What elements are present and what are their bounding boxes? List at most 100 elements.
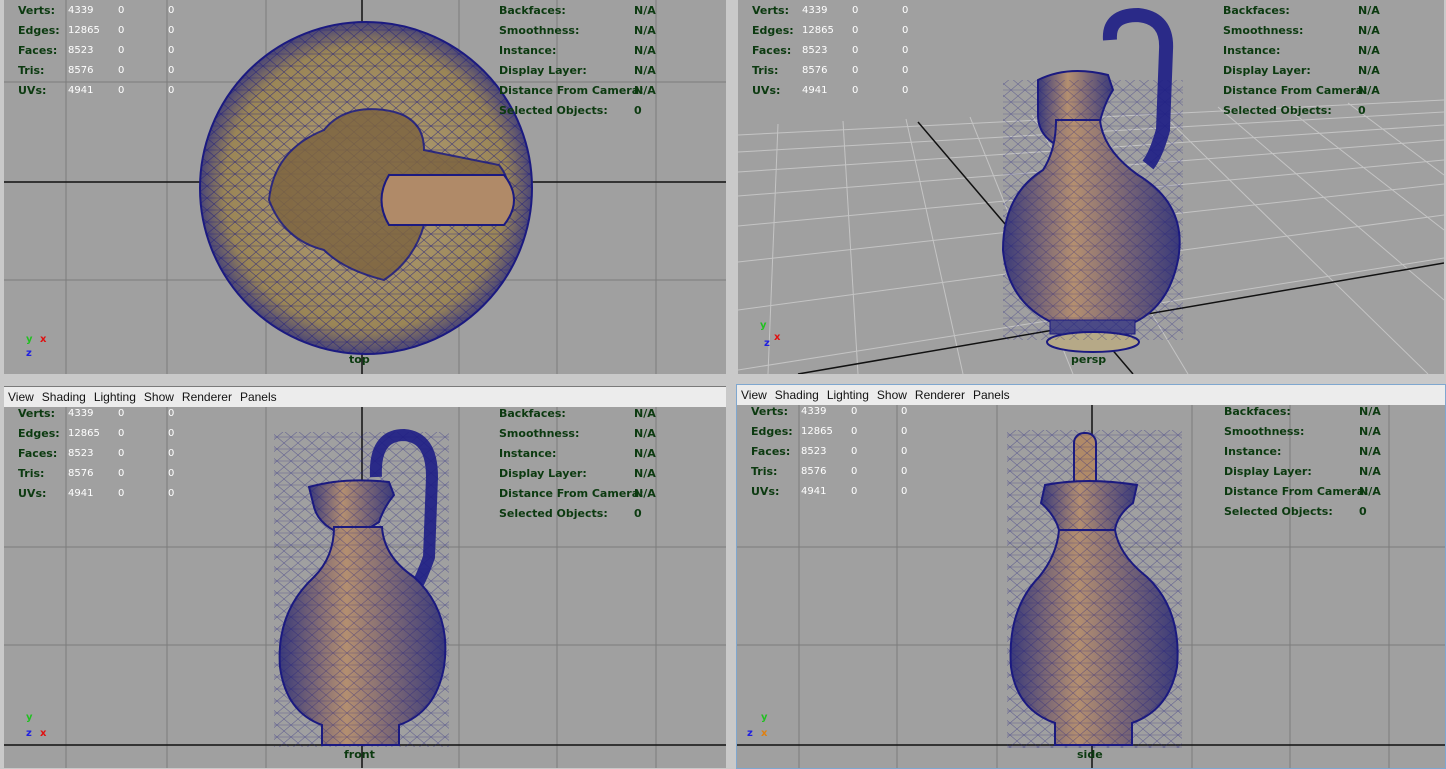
stat-value: 0 xyxy=(118,45,125,56)
info-label: Distance From Camera: xyxy=(1223,84,1368,97)
stat-value: 8576 xyxy=(68,65,94,76)
menu-panels[interactable]: Panels xyxy=(240,390,277,404)
info-value: 0 xyxy=(1358,104,1366,117)
info-label: Selected Objects: xyxy=(499,104,608,117)
stat-value: 0 xyxy=(901,466,908,477)
axis-z-label: z xyxy=(747,728,753,739)
stat-value: 8523 xyxy=(801,446,827,457)
stat-value: 0 xyxy=(118,5,125,16)
stat-value: 0 xyxy=(851,466,858,477)
axis-gizmo-front: y z x xyxy=(24,712,54,742)
stat-label: Edges: xyxy=(751,425,793,438)
info-value: N/A xyxy=(634,24,656,37)
info-label: Backfaces: xyxy=(1223,4,1290,17)
info-label: Backfaces: xyxy=(499,4,566,17)
menu-shading[interactable]: Shading xyxy=(775,388,819,402)
info-value: N/A xyxy=(1359,445,1381,458)
axis-x-label: x xyxy=(761,728,768,739)
stat-value: 4941 xyxy=(802,85,828,96)
info-label: Instance: xyxy=(499,447,557,460)
stat-value: 0 xyxy=(902,45,909,56)
menu-shading[interactable]: Shading xyxy=(42,390,86,404)
stat-label: UVs: xyxy=(18,84,47,97)
axis-gizmo-persp: y x z xyxy=(758,320,788,350)
stat-value: 12865 xyxy=(802,25,834,36)
stat-value: 4339 xyxy=(68,5,94,16)
axis-y-label: y xyxy=(26,334,33,345)
info-value: N/A xyxy=(1359,465,1381,478)
info-value: N/A xyxy=(1358,44,1380,57)
camera-label-top: top xyxy=(349,353,370,366)
stat-value: 8523 xyxy=(68,448,94,459)
menu-renderer[interactable]: Renderer xyxy=(915,388,965,402)
stat-value: 4941 xyxy=(68,488,94,499)
stat-value: 0 xyxy=(901,446,908,457)
stat-value: 0 xyxy=(118,65,125,76)
menu-renderer[interactable]: Renderer xyxy=(182,390,232,404)
axis-x-label: x xyxy=(40,728,47,739)
menu-view[interactable]: View xyxy=(741,388,767,402)
stat-value: 4339 xyxy=(802,5,828,16)
stat-label: UVs: xyxy=(751,485,780,498)
stat-value: 0 xyxy=(118,428,125,439)
camera-label-front: front xyxy=(344,748,375,761)
menu-show[interactable]: Show xyxy=(144,390,174,404)
stat-value: 0 xyxy=(168,408,175,419)
info-value: N/A xyxy=(634,467,656,480)
info-label: Backfaces: xyxy=(499,407,566,420)
stat-value: 0 xyxy=(168,85,175,96)
panel-menubar-front: View Shading Lighting Show Renderer Pane… xyxy=(4,387,726,407)
stat-label: Verts: xyxy=(18,407,56,420)
menu-lighting[interactable]: Lighting xyxy=(94,390,136,404)
stat-value: 0 xyxy=(118,85,125,96)
stat-value: 0 xyxy=(852,85,859,96)
jug-mesh-side[interactable] xyxy=(737,405,1445,768)
menu-view[interactable]: View xyxy=(8,390,34,404)
info-value: N/A xyxy=(634,447,656,460)
menu-show[interactable]: Show xyxy=(877,388,907,402)
stat-value: 0 xyxy=(901,406,908,417)
stat-label: Faces: xyxy=(751,445,791,458)
stat-value: 0 xyxy=(851,446,858,457)
stat-value: 12865 xyxy=(68,25,100,36)
axis-gizmo-top: y x z xyxy=(22,334,52,364)
jug-mesh-front[interactable] xyxy=(4,407,726,768)
info-label: Instance: xyxy=(1223,44,1281,57)
stat-value: 8576 xyxy=(802,65,828,76)
info-label: Display Layer: xyxy=(1223,64,1311,77)
stat-value: 4941 xyxy=(801,486,827,497)
axis-y-label: y xyxy=(26,712,33,723)
stat-label: UVs: xyxy=(752,84,781,97)
info-label: Instance: xyxy=(499,44,557,57)
viewport-front[interactable]: View Shading Lighting Show Renderer Pane… xyxy=(4,386,726,768)
stat-value: 0 xyxy=(901,426,908,437)
stat-value: 0 xyxy=(852,65,859,76)
stat-value: 0 xyxy=(168,5,175,16)
stat-label: Tris: xyxy=(18,467,45,480)
stat-value: 0 xyxy=(852,45,859,56)
stat-value: 0 xyxy=(852,25,859,36)
info-value: N/A xyxy=(634,427,656,440)
info-value: N/A xyxy=(634,407,656,420)
stat-value: 12865 xyxy=(801,426,833,437)
stat-value: 8523 xyxy=(68,45,94,56)
menu-lighting[interactable]: Lighting xyxy=(827,388,869,402)
info-value: N/A xyxy=(1358,4,1380,17)
viewport-persp[interactable]: Verts: Edges: Faces: Tris: UVs: 4339 0 0… xyxy=(738,0,1444,374)
viewport-side[interactable]: View Shading Lighting Show Renderer Pane… xyxy=(736,384,1446,769)
stat-value: 0 xyxy=(168,25,175,36)
viewport-top[interactable]: Verts: Edges: Faces: Tris: UVs: 4339 0 0… xyxy=(4,0,726,374)
info-label: Distance From Camera: xyxy=(499,487,644,500)
info-label: Smoothness: xyxy=(1223,24,1304,37)
info-value: 0 xyxy=(634,104,642,117)
info-value: N/A xyxy=(1359,425,1381,438)
stat-label: Tris: xyxy=(751,465,778,478)
stat-value: 0 xyxy=(168,448,175,459)
menu-panels[interactable]: Panels xyxy=(973,388,1010,402)
jug-mesh-top[interactable] xyxy=(4,0,726,374)
info-label: Instance: xyxy=(1224,445,1282,458)
info-label: Selected Objects: xyxy=(1223,104,1332,117)
stat-value: 0 xyxy=(118,488,125,499)
jug-mesh-persp[interactable] xyxy=(738,0,1444,374)
stat-value: 0 xyxy=(851,426,858,437)
